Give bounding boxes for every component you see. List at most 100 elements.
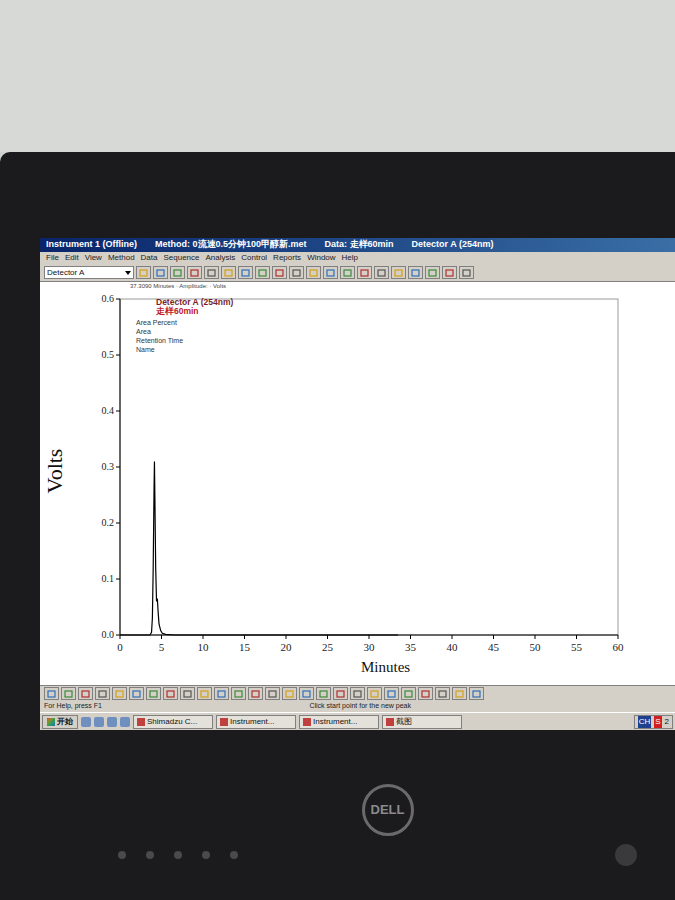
menu-item[interactable]: Data [141,252,158,264]
menu-item[interactable]: Window [307,252,335,264]
toolbar-button[interactable] [238,266,253,279]
quick-launch-icon[interactable] [107,717,117,727]
toolbar-button[interactable] [95,687,110,700]
monitor-button[interactable] [230,851,238,859]
taskbar-item[interactable]: 截图 [382,715,462,729]
toolbar-button[interactable] [442,266,457,279]
taskbar-item[interactable]: Instrument... [216,715,296,729]
quick-launch-icon[interactable] [81,717,91,727]
toolbar-button[interactable] [153,266,168,279]
toolbar-button[interactable] [221,266,236,279]
toolbar-button[interactable] [255,266,270,279]
toolbar-button[interactable] [459,266,474,279]
toolbar-button[interactable] [367,687,382,700]
menu-item[interactable]: Analysis [206,252,236,264]
toolbar-button[interactable] [204,266,219,279]
y-tick: 0.3 [102,461,121,472]
toolbar-button[interactable] [357,266,372,279]
power-button[interactable] [615,844,637,866]
monitor-button[interactable] [118,851,126,859]
menu-bar: File Edit View Method Data Sequence Analysis Co… [40,252,675,264]
windows-logo-icon [47,718,55,726]
toolbar-button[interactable] [187,266,202,279]
status-help: For Help, press F1 [44,701,102,712]
svg-text:25: 25 [322,641,334,653]
menu-item[interactable]: Control [241,252,267,264]
toolbar-button[interactable] [323,266,338,279]
toolbar-button[interactable] [248,687,263,700]
toolbar-button[interactable] [170,266,185,279]
toolbar-button[interactable] [44,687,59,700]
legend-text: 走样60min [155,306,199,316]
taskbar: 开始Shimadzu C...Instrument...Instrument..… [40,712,675,730]
svg-text:5: 5 [159,641,165,653]
quick-launch-icon[interactable] [94,717,104,727]
tool-icon [394,269,403,277]
tool-icon [149,690,158,698]
quick-launch-icon[interactable] [120,717,130,727]
toolbar-button[interactable] [136,266,151,279]
toolbar-button[interactable] [435,687,450,700]
toolbar-button[interactable] [384,687,399,700]
taskbar-item[interactable]: Shimadzu C... [133,715,213,729]
toolbar-button[interactable] [418,687,433,700]
tool-icon [139,269,148,277]
toolbar-button[interactable] [316,687,331,700]
toolbar-button[interactable] [425,266,440,279]
toolbar-button[interactable] [469,687,484,700]
start-button[interactable]: 开始 [42,715,78,729]
monitor-button[interactable] [202,851,210,859]
toolbar-button[interactable] [214,687,229,700]
toolbar-button[interactable] [289,266,304,279]
toolbar-button[interactable] [129,687,144,700]
toolbar-button[interactable] [231,687,246,700]
menu-item[interactable]: Edit [65,252,79,264]
toolbar-button[interactable] [374,266,389,279]
menu-item[interactable]: Help [342,252,358,264]
toolbar-button[interactable] [197,687,212,700]
toolbar-button[interactable] [299,687,314,700]
toolbar-button[interactable] [452,687,467,700]
toolbar-button[interactable] [78,687,93,700]
x-tick: 45 [488,635,500,653]
menu-item[interactable]: Method [108,252,135,264]
menu-item[interactable]: File [46,252,59,264]
tool-icon [472,690,481,698]
toolbar-button[interactable] [282,687,297,700]
chromatogram-chart[interactable]: 0.00.10.20.30.40.50.60510152025303540455… [40,291,660,681]
menu-item[interactable]: Sequence [163,252,199,264]
x-tick: 25 [322,635,334,653]
monitor-button[interactable] [174,851,182,859]
toolbar-button[interactable] [391,266,406,279]
toolbar-button[interactable] [401,687,416,700]
menu-item[interactable]: View [85,252,102,264]
toolbar-button[interactable] [180,687,195,700]
top-bezel [0,152,675,238]
svg-text:0.4: 0.4 [102,405,115,416]
tray-item[interactable]: CH [638,716,652,728]
toolbar-button[interactable] [61,687,76,700]
system-tray: CHS2 [634,715,673,729]
monitor-button[interactable] [146,851,154,859]
toolbar-button[interactable] [408,266,423,279]
tray-item[interactable]: S [654,716,661,728]
taskbar-item[interactable]: Instrument... [299,715,379,729]
toolbar-button[interactable] [112,687,127,700]
detector-dropdown[interactable]: Detector A [44,266,134,279]
toolbar-button[interactable] [340,266,355,279]
toolbar-button[interactable] [265,687,280,700]
toolbar-button[interactable] [272,266,287,279]
tool-icon [455,690,464,698]
app-icon [220,718,228,726]
tool-icon [166,690,175,698]
toolbar-button[interactable] [146,687,161,700]
dropdown-arrow-icon [125,271,131,275]
toolbar-button[interactable] [350,687,365,700]
tool-icon [285,690,294,698]
menu-item[interactable]: Reports [273,252,301,264]
toolbar-button[interactable] [163,687,178,700]
clock: 2 [665,716,669,728]
toolbar-button[interactable] [306,266,321,279]
tool-icon [81,690,90,698]
toolbar-button[interactable] [333,687,348,700]
